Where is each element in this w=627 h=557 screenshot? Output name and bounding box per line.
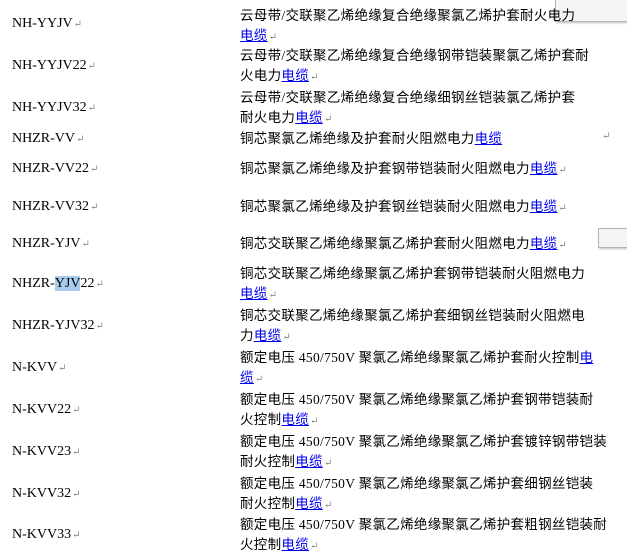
cable-link[interactable]: 电缆 [240, 286, 268, 301]
cable-link[interactable]: 电缆 [295, 110, 323, 125]
model-cell: N-KVV22↵ [12, 402, 81, 417]
model-cell: NHZR-YJV↵ [12, 236, 90, 251]
cable-link[interactable]: 电缆 [295, 454, 323, 469]
cable-link[interactable]: 电缆 [240, 28, 268, 43]
cable-link[interactable]: 电缆 [281, 412, 309, 427]
cable-link-part2[interactable]: 缆 [240, 370, 254, 385]
cable-link-part1[interactable]: 电 [580, 350, 594, 365]
model-cell: NHZR-VV22↵ [12, 161, 99, 176]
model-cell: N-KVV↵ [12, 360, 67, 375]
description-cell: 额定电压 450/750V 聚氯乙烯绝缘聚氯乙烯护套细钢丝铠装 耐火控制电缆↵ [240, 476, 594, 511]
model-cell: NHZR-YJV22↵ [12, 276, 104, 291]
description-cell: 铜芯聚氯乙烯绝缘及护套耐火阻燃电力电缆 [240, 131, 503, 146]
model-cell: NH-YYJV32↵ [12, 100, 97, 115]
cable-link[interactable]: 电缆 [530, 161, 558, 176]
model-cell: N-KVV23↵ [12, 444, 81, 459]
description-cell: 铜芯交联聚乙烯绝缘聚氯乙烯护套耐火阻燃电力电缆↵ [240, 236, 568, 251]
description-cell: 铜芯聚氯乙烯绝缘及护套钢带铠装耐火阻燃电力电缆↵ [240, 161, 568, 176]
model-cell: NH-YYJV↵ [12, 16, 83, 31]
description-cell: 额定电压 450/750V 聚氯乙烯绝缘聚氯乙烯护套耐火控制电 缆↵ [240, 350, 594, 385]
description-cell: 云母带/交联聚乙烯绝缘复合绝缘聚氯乙烯护套耐火电力 电缆↵ [240, 8, 576, 43]
popup-window-fragment-2[interactable] [598, 228, 627, 248]
description-cell: 云母带/交联聚乙烯绝缘复合绝缘钢带铠装聚氯乙烯护套耐 火电力电缆↵ [240, 48, 590, 83]
cable-link[interactable]: 电缆 [530, 199, 558, 214]
description-cell: 铜芯交联聚乙烯绝缘聚氯乙烯护套细钢丝铠装耐火阻燃电 力电缆↵ [240, 308, 585, 343]
model-cell: N-KVV32↵ [12, 486, 81, 501]
description-cell: 额定电压 450/750V 聚氯乙烯绝缘聚氯乙烯护套镀锌钢带铠装 耐火控制电缆↵ [240, 434, 608, 469]
model-cell: NHZR-VV32↵ [12, 199, 99, 214]
model-cell: N-KVV33↵ [12, 527, 81, 542]
cable-link[interactable]: 电缆 [281, 68, 309, 83]
cable-link[interactable]: 电缆 [475, 131, 503, 146]
cable-link[interactable]: 电缆 [295, 496, 323, 511]
cable-link[interactable]: 电缆 [281, 537, 309, 552]
description-cell: 额定电压 450/750V 聚氯乙烯绝缘聚氯乙烯护套粗钢丝铠装耐 火控制电缆↵ [240, 517, 608, 552]
description-cell: 铜芯交联聚乙烯绝缘聚氯乙烯护套钢带铠装耐火阻燃电力 电缆↵ [240, 266, 585, 301]
cable-link[interactable]: 电缆 [530, 236, 558, 251]
description-cell: 云母带/交联聚乙烯绝缘复合绝缘细钢丝铠装氯乙烯护套 耐火电力电缆↵ [240, 90, 576, 125]
description-cell: 额定电压 450/750V 聚氯乙烯绝缘聚氯乙烯护套钢带铠装耐 火控制电缆↵ [240, 392, 594, 427]
model-cell: NHZR-VV↵ [12, 131, 85, 146]
cable-link[interactable]: 电缆 [254, 328, 282, 343]
description-cell: 铜芯聚氯乙烯绝缘及护套钢丝铠装耐火阻燃电力电缆↵ [240, 199, 568, 214]
model-cell: NHZR-YJV32↵ [12, 318, 104, 333]
model-cell: NH-YYJV22↵ [12, 58, 97, 73]
text-selection[interactable]: YJV [54, 276, 81, 291]
document-page: NH-YYJV↵ 云母带/交联聚乙烯绝缘复合绝缘聚氯乙烯护套耐火电力 电缆↵ N… [0, 0, 627, 557]
